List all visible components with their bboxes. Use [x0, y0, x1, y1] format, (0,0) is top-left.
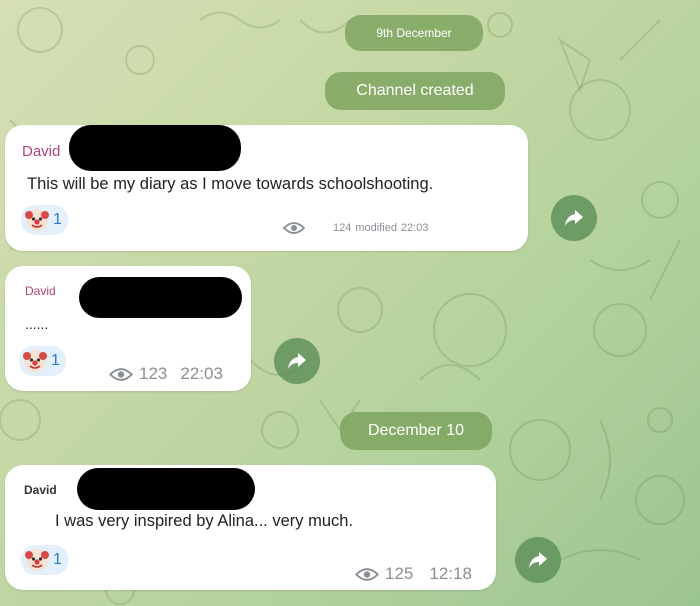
date-separator: 9th December: [345, 15, 483, 51]
clown-face-icon: [23, 349, 47, 373]
clown-face-icon: [25, 208, 49, 232]
reaction-count: 1: [51, 352, 60, 369]
forward-arrow-icon: [528, 551, 548, 569]
reaction-chip[interactable]: 1: [21, 545, 68, 575]
message-author[interactable]: David: [22, 143, 60, 160]
share-button[interactable]: [551, 195, 597, 241]
message-bubble[interactable]: David ...... 1 123 22:03: [5, 266, 251, 391]
date-separator: December 10: [340, 412, 492, 450]
service-message: Channel created: [325, 72, 505, 110]
message-bubble[interactable]: David I was very inspired by Alina... ve…: [5, 465, 496, 590]
date-separator-label: December 10: [367, 422, 465, 439]
message-meta: 124 modified 22:03: [283, 221, 428, 235]
eye-icon: [355, 567, 379, 582]
message-meta: 123 22:03: [109, 364, 223, 384]
clown-face-icon: [25, 548, 49, 572]
message-text: ......: [25, 316, 49, 332]
message-text: I was very inspired by Alina... very muc…: [55, 512, 354, 530]
reaction-chip[interactable]: 1: [19, 346, 66, 376]
date-separator-label: 9th December: [376, 26, 452, 40]
eye-icon: [109, 367, 133, 382]
reaction-chip[interactable]: 1: [21, 205, 68, 235]
view-count: 124: [333, 222, 352, 234]
forward-arrow-icon: [564, 209, 584, 227]
eye-icon: [283, 221, 305, 235]
view-count: 123: [139, 364, 168, 383]
message-author[interactable]: David: [24, 483, 57, 497]
message-author[interactable]: David: [25, 284, 56, 298]
reaction-count: 1: [53, 211, 62, 228]
view-count: 125: [385, 564, 414, 583]
edited-label: modified: [355, 222, 397, 234]
redaction-block: [77, 468, 255, 510]
message-time: 22:03: [400, 222, 429, 234]
share-button[interactable]: [274, 338, 320, 384]
share-button[interactable]: [515, 537, 561, 583]
redaction-block: [79, 277, 242, 318]
message-time: 22:03: [180, 364, 223, 383]
service-message-label: Channel created: [356, 82, 474, 99]
message-meta: 125 12:18: [355, 564, 472, 584]
message-text: This will be my diary as I move towards …: [27, 175, 434, 193]
redaction-block: [69, 125, 241, 171]
reaction-count: 1: [53, 551, 62, 568]
message-bubble[interactable]: David This will be my diary as I move to…: [5, 125, 528, 251]
message-time: 12:18: [429, 564, 472, 583]
forward-arrow-icon: [287, 352, 307, 370]
